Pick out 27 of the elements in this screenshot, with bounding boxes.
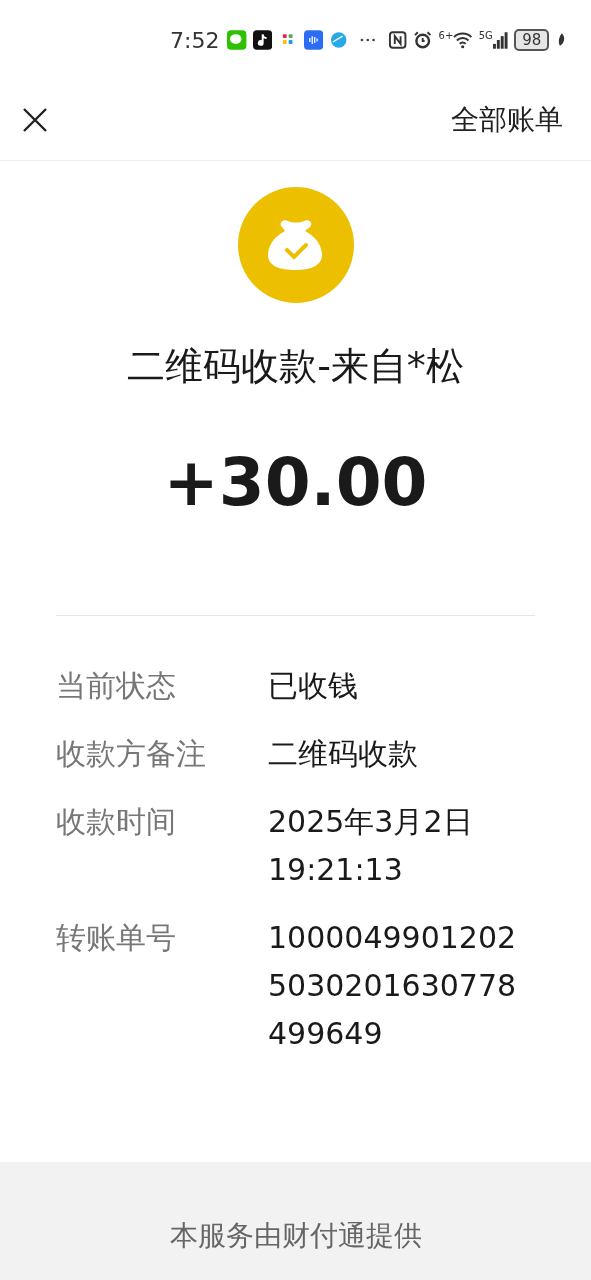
globe-app-icon — [328, 30, 349, 50]
detail-label: 收款方备注 — [56, 735, 207, 773]
detail-label: 当前状态 — [56, 667, 177, 705]
close-icon[interactable] — [22, 107, 48, 133]
nfc-icon — [387, 30, 408, 50]
amount: +30.00 — [163, 444, 428, 521]
detail-label: 收款时间 — [56, 803, 177, 841]
wifi-tag: 6+ — [438, 30, 454, 41]
music-note-app-icon — [252, 30, 273, 50]
more-icon — [360, 38, 376, 42]
wifi-icon — [453, 30, 473, 50]
status-time: 7:52 — [170, 27, 220, 53]
detail-value: 已收钱 — [268, 667, 359, 705]
money-bag-icon — [237, 187, 354, 303]
chat-app-icon — [227, 30, 247, 50]
audio-app-icon — [303, 30, 323, 50]
detail-value: 10000499012025030201630778499649 — [268, 919, 518, 1053]
detail-label: 转账单号 — [56, 919, 177, 957]
detail-value: 二维码收款 — [268, 735, 419, 773]
battery-level: 98 — [514, 29, 550, 51]
transaction-title: 二维码收款-来自*松 — [127, 343, 464, 390]
signal-icon — [492, 30, 509, 50]
all-bills-link[interactable]: 全部账单 — [451, 101, 563, 139]
detail-value: 2025年3月2日 19:21:13 — [268, 803, 474, 889]
provider-note: 本服务由财付通提供 — [169, 1218, 422, 1254]
network-type: 5G — [478, 30, 493, 41]
alarm-icon — [413, 30, 433, 50]
